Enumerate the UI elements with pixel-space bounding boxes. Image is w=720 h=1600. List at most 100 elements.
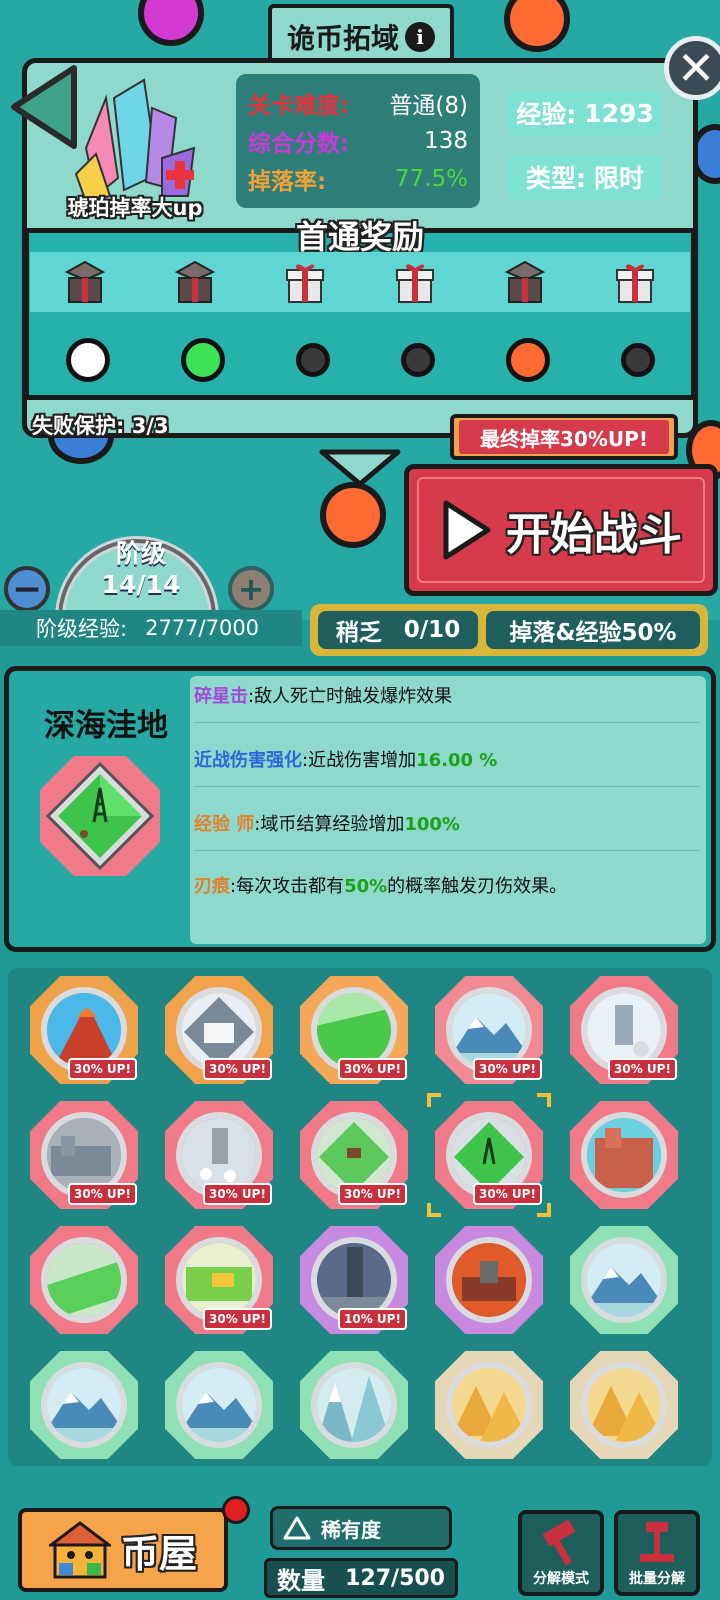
lava-castle-icon [446,1237,532,1323]
map-tile-ice-peaks[interactable] [300,1351,408,1459]
bonus-pill: 掉落&经验50% [486,611,700,649]
exp-chip: 经验: 1293 [508,90,662,136]
batch-hammer-icon [640,1522,674,1562]
red-canyon-icon [581,1112,667,1198]
open-box-icon [173,260,217,304]
drop-up-badge: 30% UP! [203,1308,272,1330]
modifier-name: 刃痕 [194,876,230,897]
rarity-sort-button[interactable]: 稀有度 [270,1506,452,1550]
page-title: 诡币拓域 [286,22,399,55]
drop-up-badge: 30% UP! [338,1183,407,1205]
amber-crystal-icon [74,78,196,204]
tier-exp-label: 阶级经验: [36,617,128,641]
map-tile-snow-mountain[interactable] [570,1226,678,1334]
green-path-icon [41,1237,127,1323]
drop-up-badge: 30% UP! [203,1183,272,1205]
reward-rarity-dot [180,338,225,382]
modifier-desc: :近战伤害增加 [302,750,417,771]
desert-pyramids-icon [581,1362,667,1448]
coin-house-button[interactable]: 币屋 [18,1508,228,1592]
drop-rate-row: 掉落率: 77.5% [248,160,468,198]
tier-minus-button[interactable]: − [4,566,50,612]
decor-circle [320,482,386,548]
reward-rarity-dot [400,343,435,377]
selection-corner [537,1203,551,1217]
modifier-desc: :每次攻击都有 [230,876,345,897]
scarcity-progress: 0/10 [403,617,461,643]
map-name: 深海洼地 [44,708,168,744]
type-value: 限时 [593,164,644,193]
modifier-desc: :敌人死亡时触发爆炸效果 [248,686,453,707]
map-tile-lava-castle[interactable] [435,1226,543,1334]
batch-decompose-label: 批量分解 [629,1571,685,1587]
decompose-mode-label: 分解模式 [533,1571,589,1587]
selection-corner [427,1093,441,1107]
drop-up-badge: 30% UP! [473,1058,542,1080]
start-battle-button[interactable]: 开始战斗 [404,464,718,596]
drop-rate-value: 77.5% [394,166,468,192]
drop-up-badge: 30% UP! [473,1183,542,1205]
difficulty-value: 普通(8) [389,93,468,119]
modifier-desc-tail: 的概率触发刃伤效果。 [387,876,568,897]
start-battle-label: 开始战斗 [506,509,682,560]
type-chip: 类型: 限时 [508,154,662,200]
selection-corner [537,1093,551,1107]
map-tile-green-path[interactable] [30,1226,138,1334]
modifier-name: 近战伤害强化 [194,750,302,771]
tier-plus-button[interactable]: + [228,566,274,612]
chevron-down-icon [319,449,401,487]
drop-up-badge: 30% UP! [68,1058,137,1080]
drop-rate-up-label: 最终掉率30%UP! [459,420,669,454]
selection-corner [427,1203,441,1217]
hammer-icon [542,1519,576,1566]
open-box-icon [63,260,107,304]
reward-rarity-dot [295,343,330,377]
tier-exp-bar: 阶级经验: 2777/7000 [0,610,302,646]
modifier-row: 刃痕:每次攻击都有50%的概率触发刃伤效果。 [194,872,700,912]
scarcity-label: 稍乏 [335,620,382,646]
reward-icons-row [30,252,690,312]
map-tile-desert-pyramids[interactable] [570,1351,678,1459]
modifier-value: 50% [344,876,388,897]
gift-box-icon [613,260,657,304]
notification-dot [222,1496,250,1524]
count-label: 数量 [277,1566,325,1595]
score-value: 138 [424,128,468,154]
drop-up-badge: 30% UP! [608,1058,677,1080]
deep-sea-map-icon [40,756,160,876]
map-tile-snow-mountain[interactable] [30,1351,138,1459]
map-tile-desert-pyramids[interactable] [435,1351,543,1459]
decompose-mode-button[interactable]: 分解模式 [518,1510,604,1596]
modifier-row: 碎星击:敌人死亡时触发爆炸效果 [194,682,700,723]
type-label: 类型: [525,164,586,193]
gift-box-icon [283,260,327,304]
tier-exp-value: 2777/7000 [145,616,260,640]
snow-mountain-icon [41,1362,127,1448]
tier-label: 阶级 [115,539,166,568]
scarcity-pill: 稍乏 0/10 [318,611,478,649]
drop-up-badge: 30% UP! [68,1183,137,1205]
fail-protect-text: 失败保护: 3/3 [32,414,169,438]
batch-decompose-button[interactable]: 批量分解 [614,1510,700,1596]
title-tab: 诡币拓域 i [268,4,454,66]
close-button[interactable]: ✕ [664,36,720,100]
count-value: 127/500 [345,1565,445,1591]
amber-drop-label: 琥珀掉率大up [67,196,203,220]
info-icon[interactable]: i [405,22,435,52]
coin-house-label: 币屋 [120,1531,197,1576]
exp-label: 经验: [516,100,577,129]
map-tile-snow-mountain[interactable] [165,1351,273,1459]
map-tile-red-canyon[interactable] [570,1101,678,1209]
drop-up-badge: 10% UP! [338,1308,407,1330]
exp-value: 1293 [584,98,654,128]
play-icon [443,500,491,560]
difficulty-label: 关卡难度: [248,93,350,119]
status-bar: 稍乏 0/10 掉落&经验50% [310,604,708,656]
ice-peaks-icon [311,1362,397,1448]
triangle-up-icon [283,1516,311,1540]
tier-value: 14/14 [101,570,181,599]
modifier-name: 经验 师 [194,814,255,835]
modifier-row: 近战伤害强化:近战伤害增加16.00 % [194,746,700,787]
modifier-list: 碎星击:敌人死亡时触发爆炸效果 近战伤害强化:近战伤害增加16.00 % 经验 师:… [190,676,706,944]
difficulty-row: 关卡难度: 普通(8) [248,84,468,122]
